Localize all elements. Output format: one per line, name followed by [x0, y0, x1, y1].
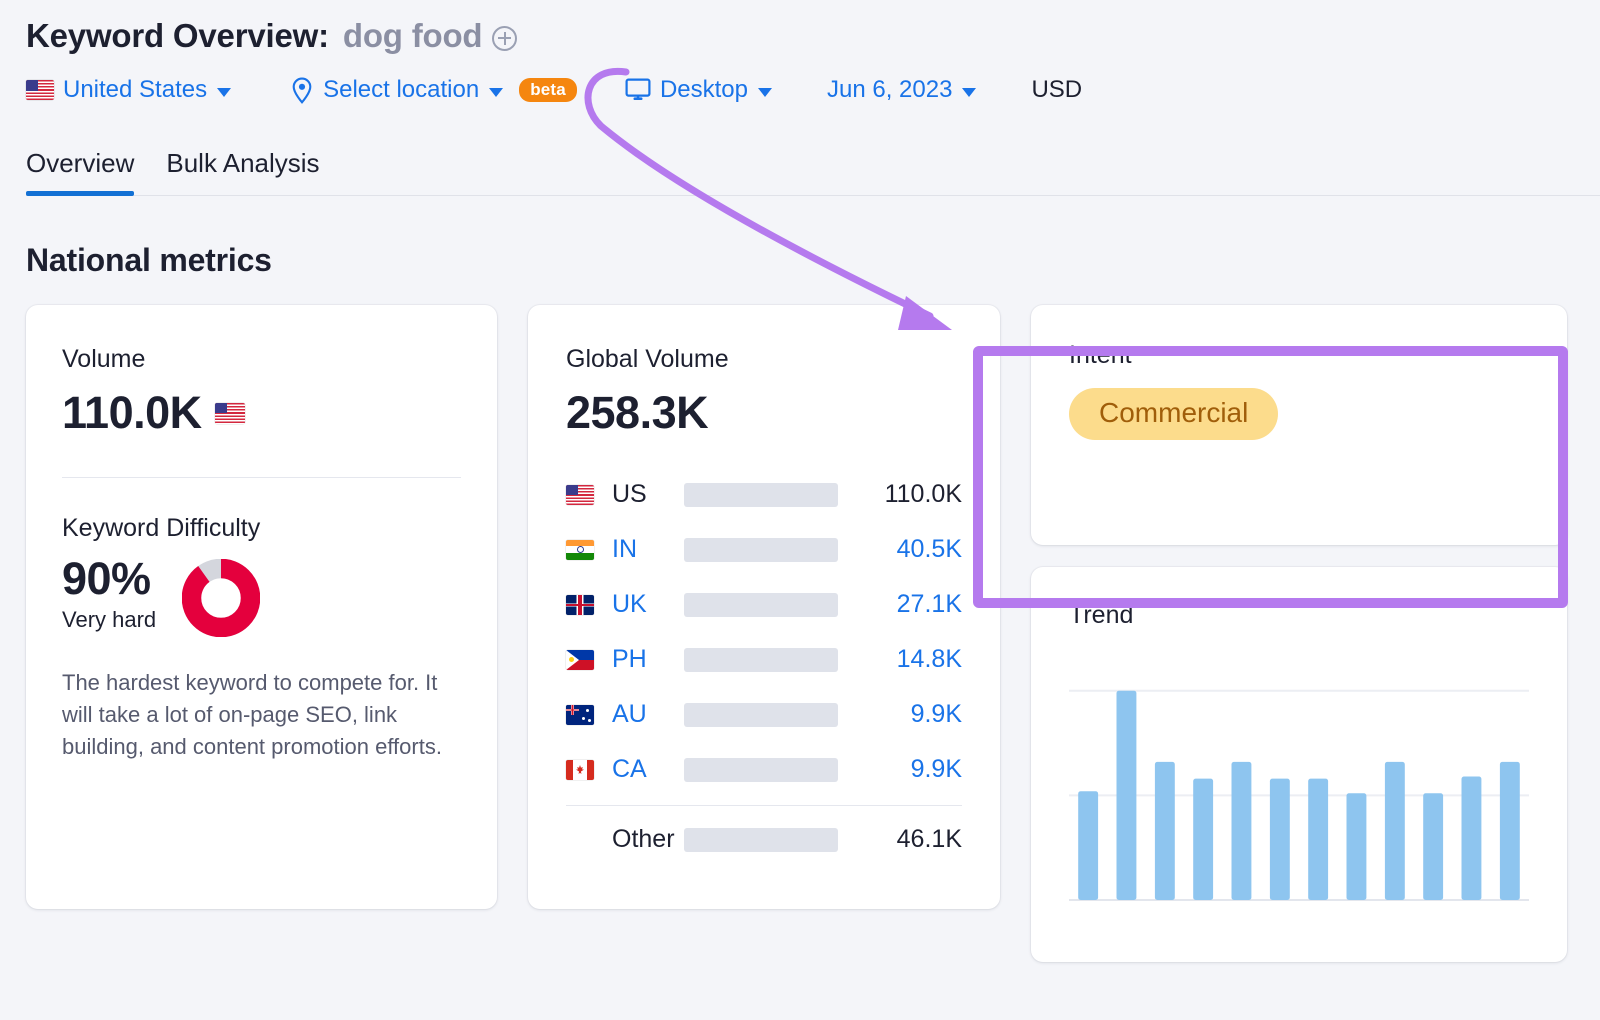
- country-row[interactable]: PH 14.8K: [566, 632, 962, 687]
- trend-bar: [1155, 762, 1175, 900]
- ca-flag-icon: [566, 760, 594, 780]
- trend-bar: [1423, 793, 1443, 900]
- global-volume-country-list: US 110.0K IN 40.5K UK 27.1K PH 14.8K AU 9.9K CA 9.9…: [566, 467, 962, 867]
- tab-bar: Overview Bulk Analysis: [26, 134, 1600, 196]
- title-row: Keyword Overview: dog food: [26, 8, 1600, 64]
- map-pin-icon: [290, 77, 314, 104]
- trend-bar: [1117, 691, 1137, 900]
- us-flag-icon: [215, 403, 245, 424]
- country-volume-value: 9.9K: [838, 755, 962, 784]
- trend-bar: [1232, 762, 1252, 900]
- intent-badge[interactable]: Commercial: [1069, 388, 1278, 440]
- trend-bar: [1193, 779, 1213, 900]
- date-selector-label: Jun 6, 2023: [827, 76, 952, 104]
- trend-bar: [1078, 791, 1098, 900]
- ph-flag-icon: [566, 650, 594, 670]
- monitor-icon: [625, 78, 651, 102]
- country-volume-value: 14.8K: [838, 645, 962, 674]
- trend-bar: [1500, 762, 1520, 900]
- us-flag-icon: [26, 80, 54, 100]
- chevron-down-icon: [489, 88, 503, 97]
- keyword-difficulty-rating: Very hard: [62, 607, 156, 633]
- location-selector[interactable]: Select location: [290, 76, 503, 104]
- country-selector-label: United States: [63, 76, 207, 104]
- section-title: National metrics: [26, 242, 1600, 279]
- country-volume-bar: [684, 703, 838, 727]
- plus-circle-icon[interactable]: [492, 26, 517, 51]
- keyword-difficulty-value: 90%: [62, 553, 156, 605]
- divider: [566, 805, 962, 806]
- right-column: Intent Commercial Trend: [1031, 305, 1567, 962]
- trend-card: Trend: [1031, 567, 1567, 962]
- country-row-other: Other 46.1K: [566, 812, 962, 867]
- chevron-down-icon: [758, 88, 772, 97]
- volume-value-row: 110.0K: [62, 387, 461, 439]
- keyword-difficulty-row: 90% Very hard: [62, 553, 461, 637]
- country-volume-value: 9.9K: [838, 700, 962, 729]
- country-volume-value: 110.0K: [838, 480, 962, 509]
- metrics-cards: Volume 110.0K Keyword Difficulty 90% Ver…: [26, 305, 1600, 962]
- keyword-difficulty-description: The hardest keyword to compete for. It w…: [62, 667, 452, 763]
- global-volume-card: Global Volume 258.3K US 110.0K IN 40.5K UK 27…: [528, 305, 1000, 909]
- filter-bar: United States Select location beta Deskt…: [26, 64, 1600, 116]
- country-code: IN: [612, 535, 684, 564]
- country-volume-bar: [684, 828, 838, 852]
- global-volume-value: 258.3K: [566, 387, 962, 439]
- volume-label: Volume: [62, 345, 461, 374]
- country-row[interactable]: CA 9.9K: [566, 742, 962, 797]
- country-row[interactable]: UK 27.1K: [566, 577, 962, 632]
- device-selector-label: Desktop: [660, 76, 748, 104]
- page-title-keyword: dog food: [343, 17, 483, 55]
- intent-card: Intent Commercial: [1031, 305, 1567, 545]
- chevron-down-icon: [217, 88, 231, 97]
- keyword-difficulty-label: Keyword Difficulty: [62, 514, 461, 543]
- trend-bar: [1308, 779, 1328, 900]
- country-volume-bar: [684, 593, 838, 617]
- country-code: UK: [612, 590, 684, 619]
- volume-card: Volume 110.0K Keyword Difficulty 90% Ver…: [26, 305, 497, 909]
- country-volume-value: 40.5K: [838, 535, 962, 564]
- us-flag-icon: [566, 485, 594, 505]
- tab-overview[interactable]: Overview: [26, 148, 134, 195]
- divider: [62, 477, 461, 478]
- keyword-difficulty-donut: [182, 559, 260, 637]
- trend-bar: [1385, 762, 1405, 900]
- tab-bulk-analysis[interactable]: Bulk Analysis: [166, 148, 319, 195]
- country-volume-bar: [684, 648, 838, 672]
- country-code: PH: [612, 645, 684, 674]
- chevron-down-icon: [962, 88, 976, 97]
- country-volume-bar: [684, 483, 838, 507]
- country-code: US: [612, 480, 684, 509]
- country-volume-bar: [684, 538, 838, 562]
- country-row[interactable]: IN 40.5K: [566, 522, 962, 577]
- page-title: Keyword Overview:: [26, 17, 329, 55]
- currency-label: USD: [1031, 76, 1082, 104]
- global-volume-label: Global Volume: [566, 345, 962, 374]
- trend-bar-chart: [1069, 666, 1529, 906]
- currency-value: USD: [1031, 76, 1082, 104]
- intent-label: Intent: [1069, 341, 1529, 370]
- beta-badge[interactable]: beta: [519, 78, 577, 102]
- trend-bar: [1462, 777, 1482, 901]
- page-header: Keyword Overview: dog food United States…: [0, 0, 1600, 196]
- country-code: CA: [612, 755, 684, 784]
- country-code: AU: [612, 700, 684, 729]
- date-selector[interactable]: Jun 6, 2023: [827, 76, 976, 104]
- country-volume-value: 27.1K: [838, 590, 962, 619]
- country-volume-bar: [684, 758, 838, 782]
- country-row[interactable]: AU 9.9K: [566, 687, 962, 742]
- trend-bar: [1347, 793, 1367, 900]
- country-row[interactable]: US 110.0K: [566, 467, 962, 522]
- uk-flag-icon: [566, 595, 594, 615]
- location-selector-label: Select location: [323, 76, 479, 104]
- country-selector[interactable]: United States: [26, 76, 231, 104]
- volume-value: 110.0K: [62, 387, 202, 439]
- country-volume-value: 46.1K: [838, 825, 962, 854]
- in-flag-icon: [566, 540, 594, 560]
- country-code: Other: [612, 825, 684, 854]
- device-selector[interactable]: Desktop: [625, 76, 772, 104]
- trend-bar: [1270, 779, 1290, 900]
- au-flag-icon: [566, 705, 594, 725]
- trend-label: Trend: [1069, 601, 1529, 630]
